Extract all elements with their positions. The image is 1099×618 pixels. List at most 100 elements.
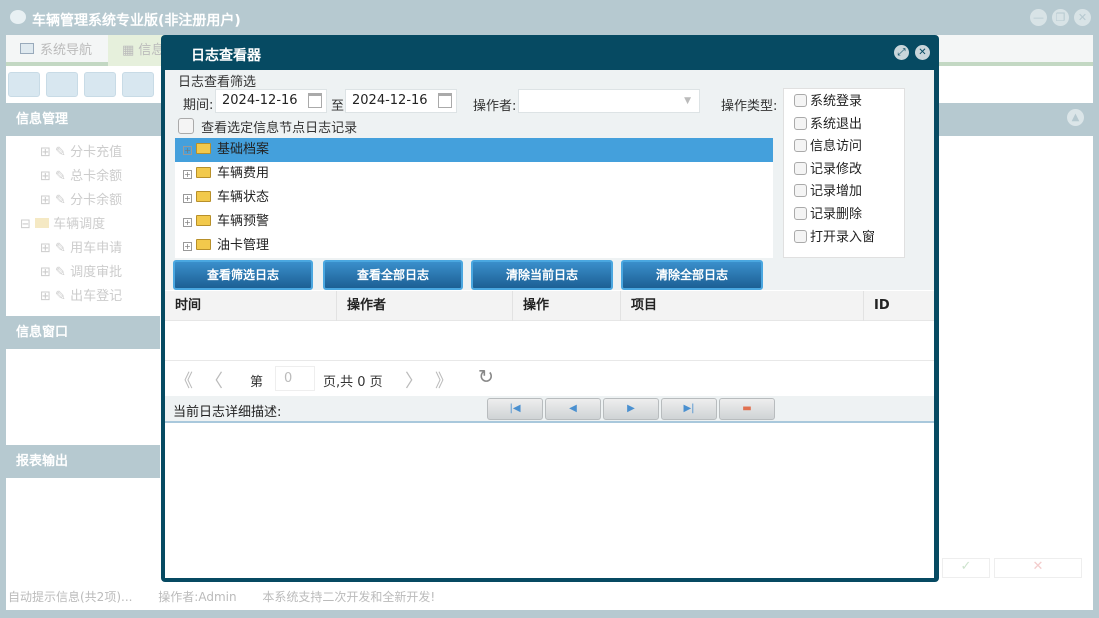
maximize-icon[interactable]: ⤢ [894, 45, 909, 60]
restore-icon[interactable]: ❐ [1052, 9, 1069, 26]
nav-item[interactable]: ⊞ ✎ 分卡余额 [40, 189, 160, 213]
delete-record-button[interactable]: ▬ [719, 398, 775, 420]
close-icon[interactable]: ✕ [915, 45, 930, 60]
collapse-icon[interactable]: ▲ [1067, 109, 1084, 126]
detail-bar: 当前日志详细描述: |◀ ◀ ▶ ▶| ▬ [165, 396, 934, 423]
expand-icon[interactable]: + [183, 194, 192, 203]
cancel-button[interactable]: ✕ [994, 558, 1082, 578]
tree-node[interactable]: + 车辆预警 [175, 210, 773, 234]
checkbox[interactable] [794, 116, 807, 130]
checkbox[interactable] [794, 139, 807, 153]
optype-checkbox[interactable]: 记录增加 [794, 181, 904, 204]
checkbox[interactable] [794, 161, 807, 175]
minimize-icon[interactable]: — [1030, 9, 1047, 26]
confirm-button[interactable]: ✓ [942, 558, 990, 578]
clear-current-logs-button[interactable]: 清除当前日志 [471, 260, 613, 290]
app-logo-icon [10, 10, 26, 24]
optype-checkbox[interactable]: 记录修改 [794, 159, 904, 182]
column-header[interactable]: 操作 [513, 291, 621, 321]
operator-select[interactable]: ▼ [518, 89, 700, 113]
tree-node-label: 车辆状态 [217, 190, 270, 205]
tab-info[interactable]: ▦ 信息 [108, 35, 168, 66]
column-header[interactable]: 操作者 [337, 291, 513, 321]
grid-icon: ▦ [122, 43, 135, 58]
nav-item[interactable]: ⊞ ✎ 用车申请 [40, 237, 160, 261]
expand-icon[interactable]: + [183, 170, 192, 179]
monitor-icon [20, 43, 34, 54]
nav-item-label: 总卡余额 [70, 169, 123, 184]
checkbox[interactable] [794, 229, 807, 243]
checkbox[interactable] [794, 94, 807, 107]
optype-label: 信息访问 [810, 139, 863, 155]
column-header[interactable]: ID [864, 291, 934, 321]
page-input[interactable]: 0 [275, 366, 315, 391]
checkbox[interactable] [794, 206, 807, 220]
optype-checkbox[interactable]: 信息访问 [794, 136, 904, 159]
detail-label: 当前日志详细描述: [173, 405, 282, 420]
nav-item[interactable]: ⊞ ✎ 分卡充值 [40, 141, 160, 165]
expand-icon[interactable]: + [183, 242, 192, 251]
last-record-button[interactable]: ▶| [661, 398, 717, 420]
nav-item[interactable]: ⊞ ✎ 调度审批 [40, 261, 160, 285]
node-log-checkbox[interactable]: 查看选定信息节点日志记录 [178, 117, 357, 136]
clear-all-logs-button[interactable]: 清除全部日志 [621, 260, 763, 290]
date-to-value: 2024-12-16 [352, 93, 428, 108]
optype-checkbox[interactable]: 打开录入窗 [794, 227, 904, 250]
optype-label: 记录修改 [810, 161, 863, 177]
checkbox[interactable] [794, 184, 807, 198]
tree-node[interactable]: + 油卡管理 [175, 234, 773, 258]
expand-icon[interactable]: + [183, 146, 192, 155]
first-record-button[interactable]: |◀ [487, 398, 543, 420]
view-filtered-logs-button[interactable]: 查看筛选日志 [173, 260, 313, 290]
date-from-value: 2024-12-16 [222, 93, 298, 108]
calendar-icon[interactable] [308, 93, 322, 108]
tree-node[interactable]: + 车辆状态 [175, 186, 773, 210]
last-page-icon[interactable]: 》 [435, 367, 453, 393]
section-header[interactable]: 信息窗口 [6, 316, 160, 349]
folder-icon [35, 218, 50, 228]
tree-node-label: 车辆费用 [217, 166, 270, 181]
folder-icon [196, 191, 211, 202]
nav-item[interactable]: ⊟ 车辆调度 [20, 213, 160, 237]
document-tool-button[interactable] [84, 72, 116, 97]
operator-label: 操作者: [473, 99, 517, 114]
refresh-icon[interactable]: ↻ [478, 366, 494, 388]
nav-item[interactable]: ⊞ ✎ 出车登记 [40, 285, 160, 309]
folder-icon [196, 143, 211, 154]
optype-label: 操作类型: [721, 99, 778, 114]
optype-checkbox[interactable]: 记录删除 [794, 204, 904, 227]
column-header[interactable]: 项目 [621, 291, 864, 321]
first-page-icon[interactable]: 《 [175, 367, 193, 393]
next-page-icon[interactable]: 〉 [405, 367, 423, 393]
checkbox[interactable] [178, 118, 194, 134]
pager: 《 〈 第 0 页,共 0 页 〉 》 ↻ [165, 360, 934, 396]
date-from-input[interactable]: 2024-12-16 [215, 89, 327, 113]
status-operator: 操作者:Admin [158, 590, 237, 604]
user-tool-button[interactable] [122, 72, 154, 97]
next-record-button[interactable]: ▶ [603, 398, 659, 420]
close-icon[interactable]: ✕ [1074, 9, 1091, 26]
date-to-input[interactable]: 2024-12-16 [345, 89, 457, 113]
nav-item-label: 车辆调度 [53, 217, 106, 232]
optype-checkbox[interactable]: 系统登录 [794, 91, 904, 114]
view-all-logs-button[interactable]: 查看全部日志 [323, 260, 463, 290]
calendar-icon[interactable] [438, 93, 452, 108]
status-notice: 本系统支持二次开发和全新开发! [262, 590, 436, 604]
tree-node[interactable]: + 基础档案 [175, 138, 773, 162]
prev-page-icon[interactable]: 〈 [205, 367, 223, 393]
expand-icon[interactable]: + [183, 218, 192, 227]
dialog-body: 日志查看筛选 期间: 2024-12-16 至 2024-12-16 操作者: … [165, 70, 934, 578]
section-header[interactable]: 报表输出 [6, 445, 160, 478]
period-label: 期间: [183, 98, 214, 113]
column-header[interactable]: 时间 [165, 291, 337, 321]
section-header[interactable]: 信息管理 [6, 103, 160, 136]
tree-node[interactable]: + 车辆费用 [175, 162, 773, 186]
nav-item[interactable]: ⊞ ✎ 总卡余额 [40, 165, 160, 189]
detail-text-area[interactable] [165, 425, 934, 575]
prev-record-button[interactable]: ◀ [545, 398, 601, 420]
list-tool-button[interactable] [46, 72, 78, 97]
tab-system-nav[interactable]: 系统导航 [6, 35, 106, 66]
to-label: 至 [331, 99, 345, 114]
optype-checkbox[interactable]: 系统退出 [794, 114, 904, 137]
search-tool-button[interactable] [8, 72, 40, 97]
